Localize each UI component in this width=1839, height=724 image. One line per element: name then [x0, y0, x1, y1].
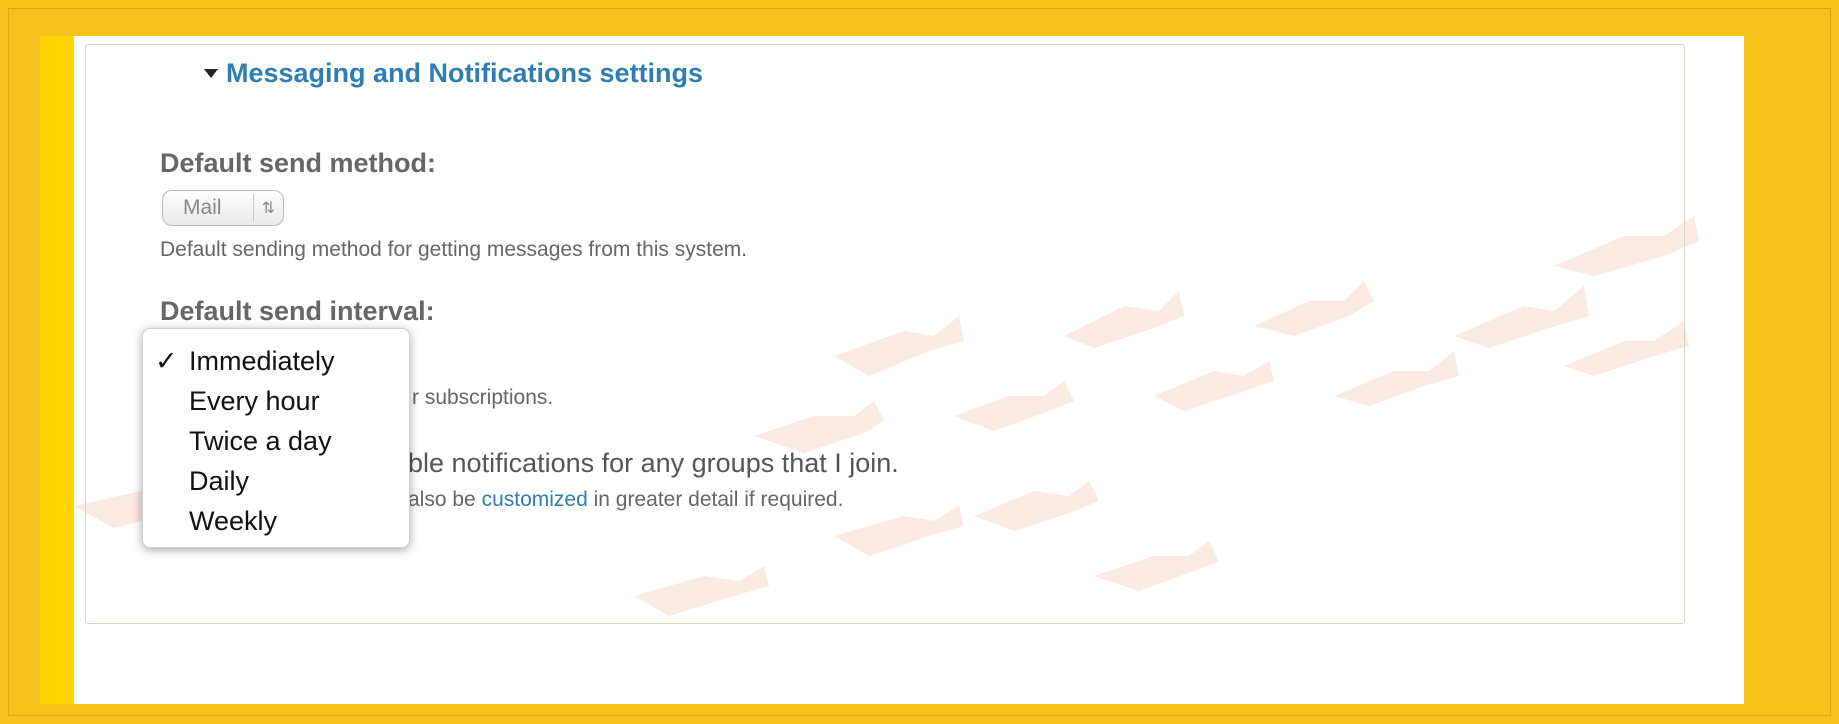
fieldset-legend[interactable]: Messaging and Notifications settings	[196, 58, 712, 89]
customized-link[interactable]: customized	[482, 488, 588, 511]
fieldset-legend-label[interactable]: Messaging and Notifications settings	[226, 58, 703, 89]
send-interval-label: Default send interval:	[160, 296, 435, 326]
send-method-label: Default send method:	[160, 148, 437, 178]
menu-item-label: Immediately	[189, 346, 335, 376]
send-method-description: Default sending method for getting messa…	[160, 238, 748, 261]
menu-item-every-hour[interactable]: Every hour	[155, 381, 405, 421]
groups-desc-prefix: also be	[408, 488, 476, 511]
send-interval-description: r subscriptions.	[412, 386, 554, 409]
updown-arrow-icon: ⇅	[261, 200, 276, 217]
groups-desc-suffix: in greater detail if required.	[593, 488, 844, 511]
checkmark-icon: ✓	[155, 346, 178, 376]
menu-item-immediately[interactable]: ✓ Immediately	[155, 341, 405, 381]
menu-item-label: Every hour	[189, 386, 320, 416]
left-accent-strip	[40, 36, 74, 704]
groups-notifications-label: ble notifications for any groups that I …	[408, 448, 899, 478]
menu-item-weekly[interactable]: Weekly	[155, 501, 405, 541]
menu-item-label: Twice a day	[189, 426, 332, 456]
send-method-selected-value: Mail	[183, 196, 222, 219]
send-interval-dropdown-menu[interactable]: ✓ Immediately Every hour Twice a day Dail…	[142, 328, 410, 548]
groups-notifications-description: also be customized in greater detail if …	[408, 488, 843, 512]
menu-item-daily[interactable]: Daily	[155, 461, 405, 501]
menu-item-label: Weekly	[189, 506, 278, 536]
menu-item-twice-a-day[interactable]: Twice a day	[155, 421, 405, 461]
menu-item-label: Daily	[189, 466, 250, 496]
collapse-triangle-icon[interactable]	[204, 69, 218, 78]
send-method-select[interactable]: Mail ⇅	[162, 190, 284, 226]
